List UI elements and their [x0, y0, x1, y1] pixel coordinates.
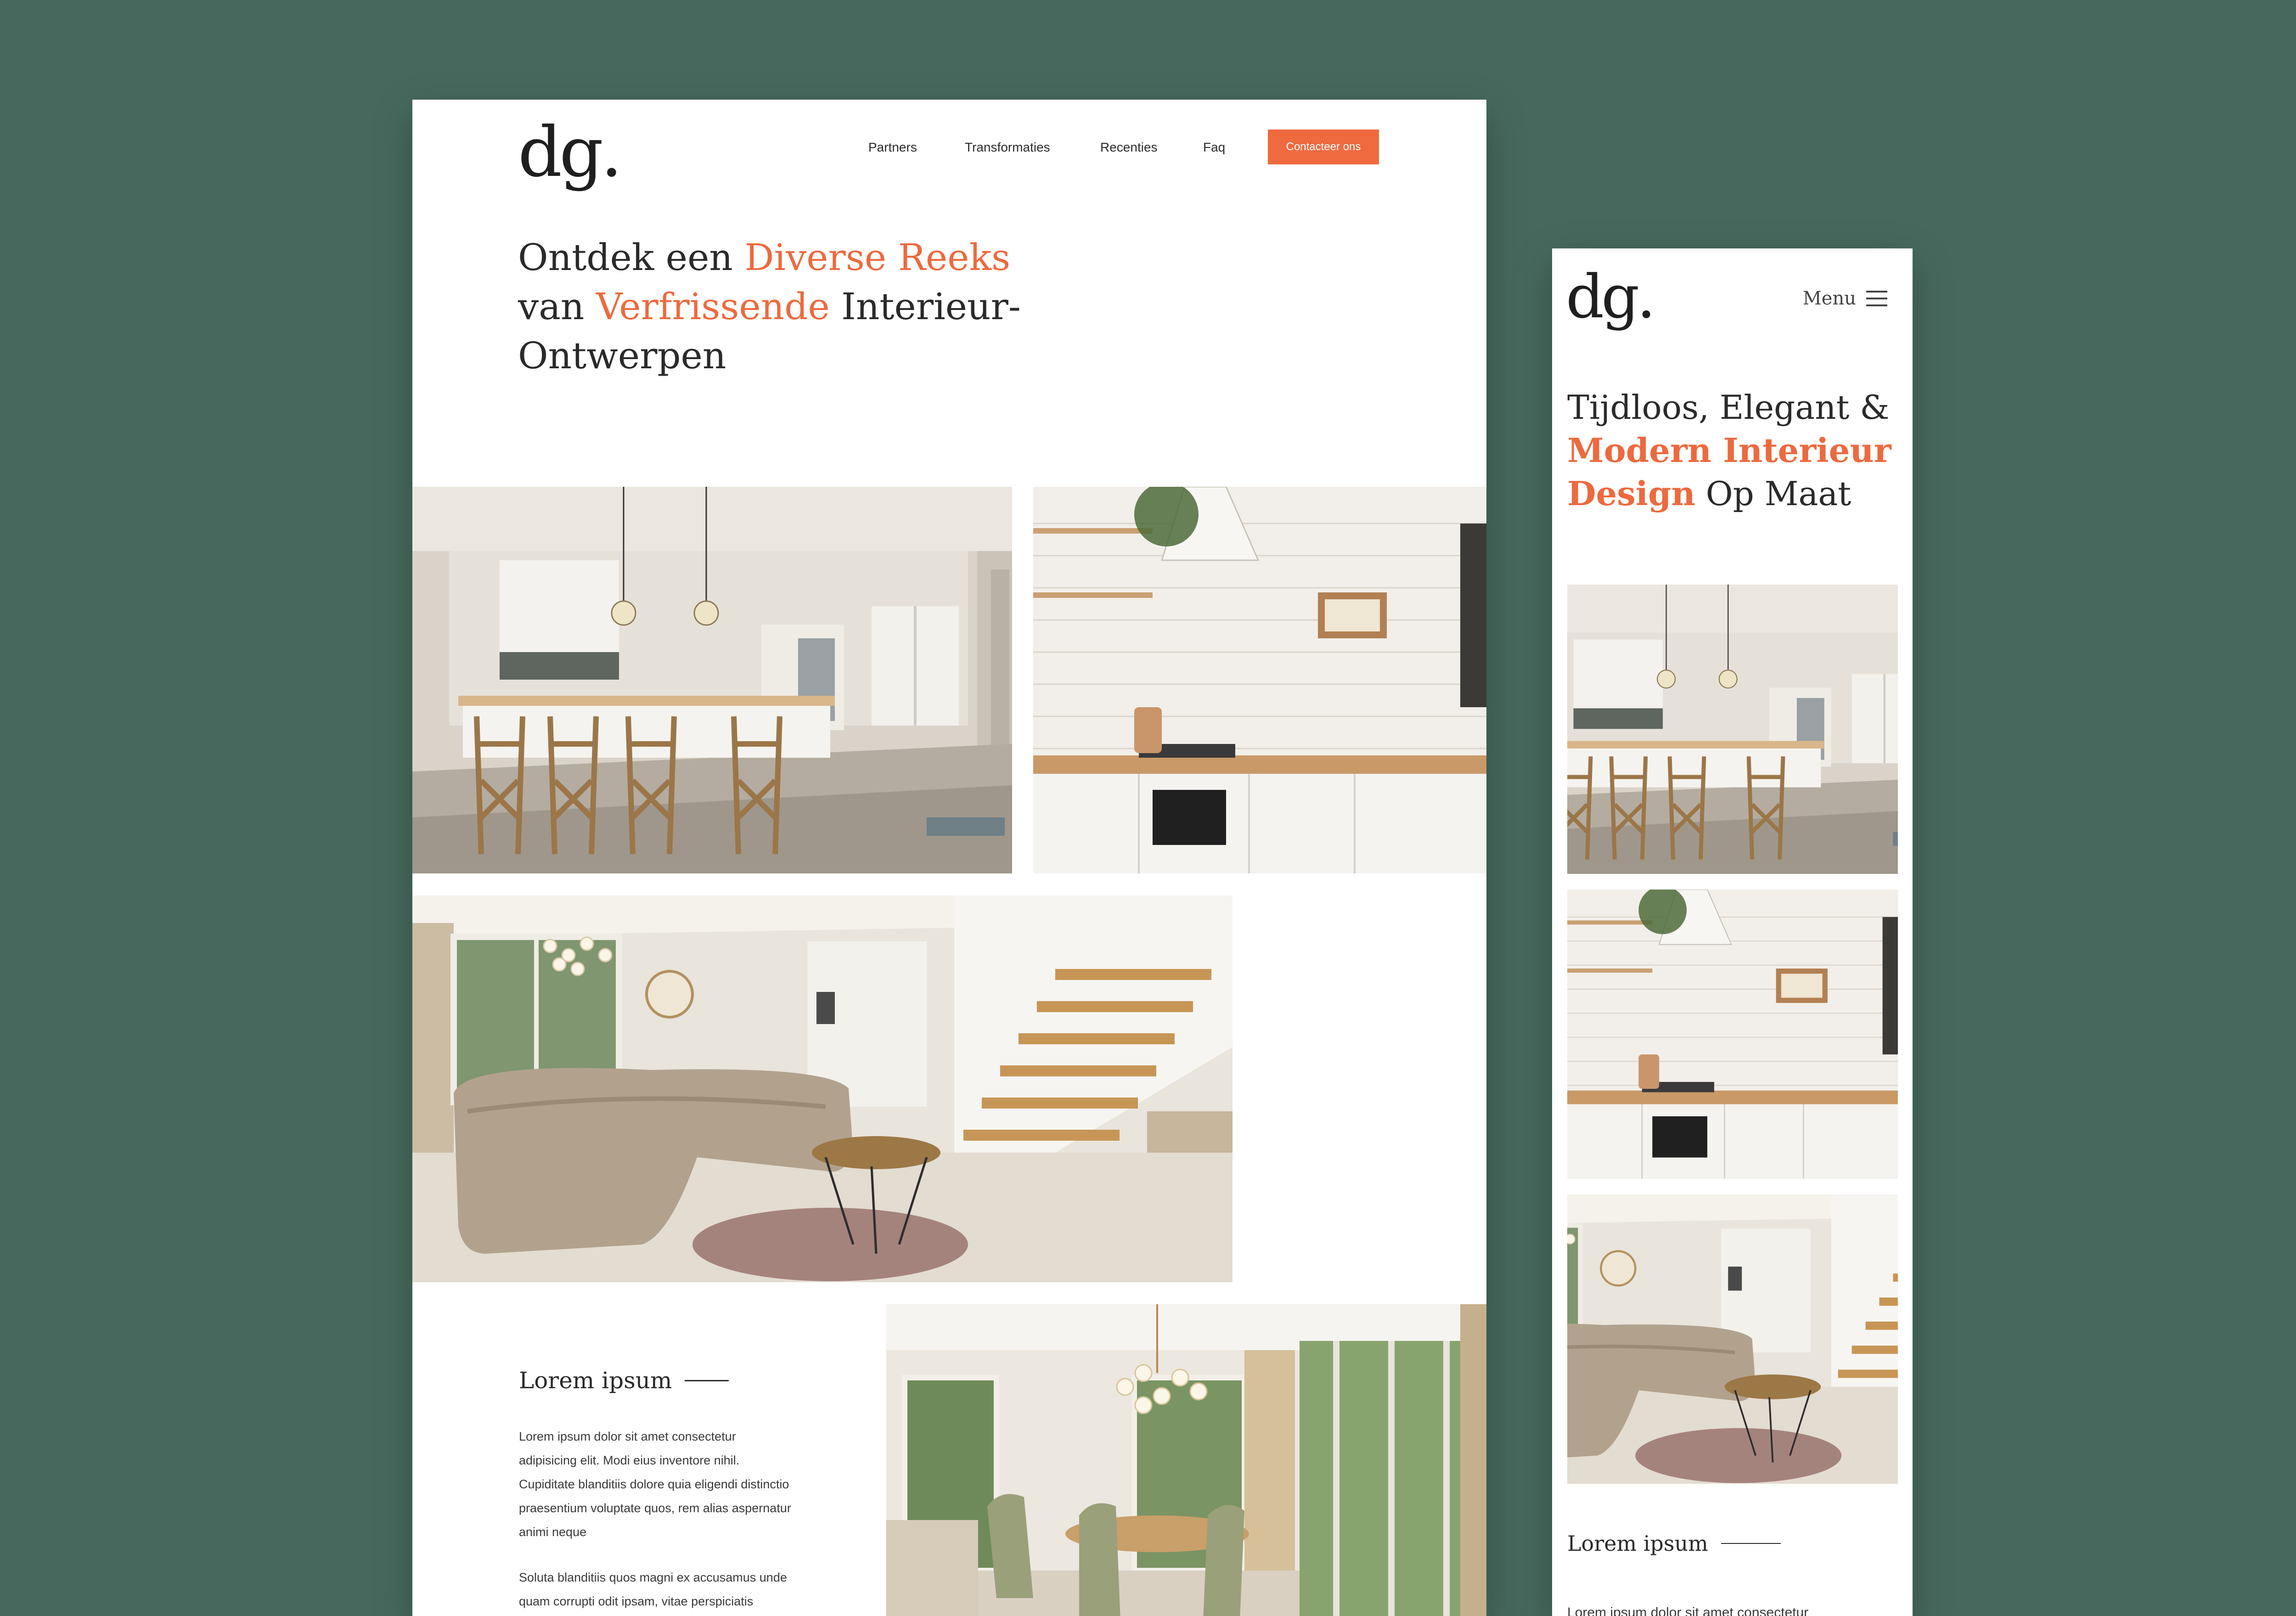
brand-logo[interactable]: dg.	[1566, 267, 1656, 327]
brand-logo[interactable]: dg.	[518, 118, 623, 187]
top-navigation: dg. Partners Transformaties Recenties Fa…	[412, 100, 1486, 191]
living-room-with-staircase-photo[interactable]	[1567, 1194, 1898, 1484]
section-paragraph: Lorem ipsum dolor sit amet consectetur a…	[519, 1430, 791, 1539]
menu-button[interactable]: Menu	[1803, 288, 1887, 309]
hero-text: Ontwerpen	[518, 334, 726, 377]
section-paragraph: Soluta blanditiis quos magni ex accusamu…	[519, 1571, 787, 1608]
hero-text: Op Maat	[1695, 474, 1851, 513]
hamburger-icon	[1866, 291, 1887, 306]
hero-accent-text: Modern Interieur	[1567, 431, 1891, 470]
nav-link-faq[interactable]: Faq	[1203, 140, 1225, 155]
hero-accent-text: Verfrissende	[596, 285, 830, 328]
hero-heading: Ontdek een Diverse Reeks van Verfrissende…	[518, 233, 1069, 380]
hero-text: Interieur-	[829, 285, 1021, 328]
nav-link-partners[interactable]: Partners	[868, 140, 917, 155]
section-title: Lorem ipsum	[1567, 1531, 1781, 1556]
desktop-mockup: dg. Partners Transformaties Recenties Fa…	[412, 100, 1486, 1616]
menu-label: Menu	[1802, 288, 1856, 309]
hero-text: van	[518, 285, 596, 328]
hero-text: Tijdloos, Elegant &	[1567, 388, 1890, 427]
nav-link-recenties[interactable]: Recenties	[1100, 140, 1158, 155]
white-brick-kitchen-photo[interactable]	[1033, 487, 1486, 873]
mobile-mockup: dg. Menu Tijdloos, Elegant & Modern Inter…	[1552, 248, 1913, 1616]
section-title: Lorem ipsum	[519, 1367, 729, 1394]
living-room-with-staircase-photo[interactable]	[412, 895, 1232, 1282]
white-brick-kitchen-photo[interactable]	[1567, 890, 1898, 1179]
dining-room-photo[interactable]	[886, 1304, 1486, 1616]
contact-button[interactable]: Contacteer ons	[1268, 130, 1379, 164]
kitchen-with-island-photo[interactable]	[412, 487, 1012, 873]
title-divider	[685, 1380, 729, 1381]
nav-link-transformaties[interactable]: Transformaties	[965, 140, 1050, 155]
hero-text: Ontdek een	[518, 236, 745, 279]
hero-accent-text: Diverse Reeks	[744, 236, 1011, 279]
title-divider	[1721, 1543, 1781, 1544]
section-title-text: Lorem ipsum	[1567, 1531, 1708, 1556]
hero-accent-text: Design	[1567, 474, 1695, 513]
section-title-text: Lorem ipsum	[519, 1367, 672, 1394]
kitchen-with-island-photo[interactable]	[1567, 585, 1898, 874]
section-paragraph: Lorem ipsum dolor sit amet consectetur	[1567, 1605, 1809, 1616]
hero-heading: Tijdloos, Elegant & Modern Interieur Desig…	[1567, 386, 1898, 515]
